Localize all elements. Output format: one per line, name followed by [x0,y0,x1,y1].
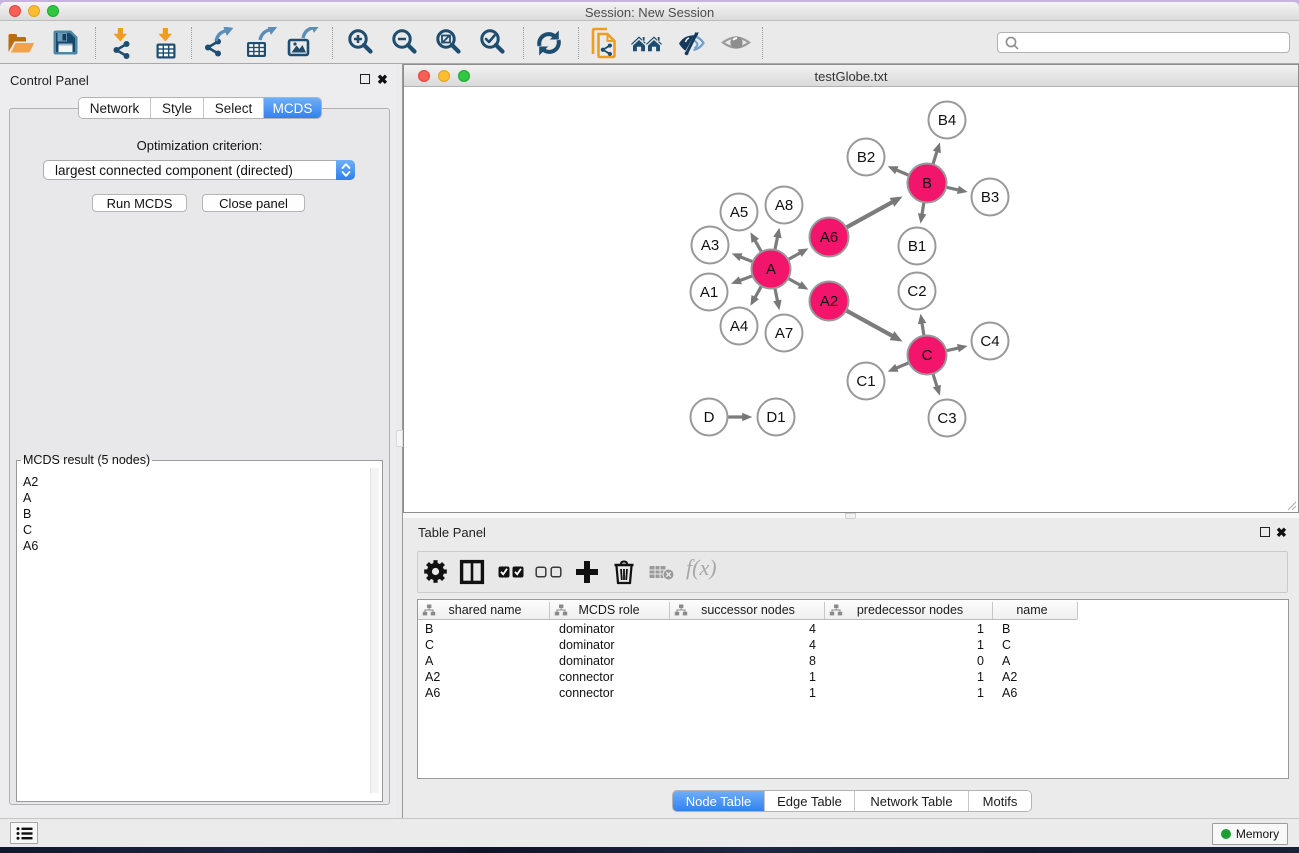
svg-text:A5: A5 [730,204,748,221]
svg-text:A4: A4 [730,318,748,335]
svg-text:B1: B1 [908,238,926,255]
svg-text:C: C [922,347,933,364]
svg-text:B4: B4 [938,112,956,129]
svg-text:A7: A7 [775,325,793,342]
svg-text:A1: A1 [700,284,718,301]
svg-text:C1: C1 [856,373,875,390]
svg-text:C3: C3 [937,410,956,427]
svg-text:A: A [766,261,776,278]
svg-text:A8: A8 [775,197,793,214]
svg-text:C2: C2 [907,283,926,300]
svg-text:A2: A2 [820,293,838,310]
svg-text:B: B [922,175,932,192]
svg-text:A3: A3 [701,237,719,254]
svg-text:B3: B3 [981,189,999,206]
svg-text:D: D [704,409,715,426]
svg-text:D1: D1 [766,409,785,426]
svg-text:C4: C4 [980,333,999,350]
svg-text:A6: A6 [820,229,838,246]
svg-text:B2: B2 [857,149,875,166]
